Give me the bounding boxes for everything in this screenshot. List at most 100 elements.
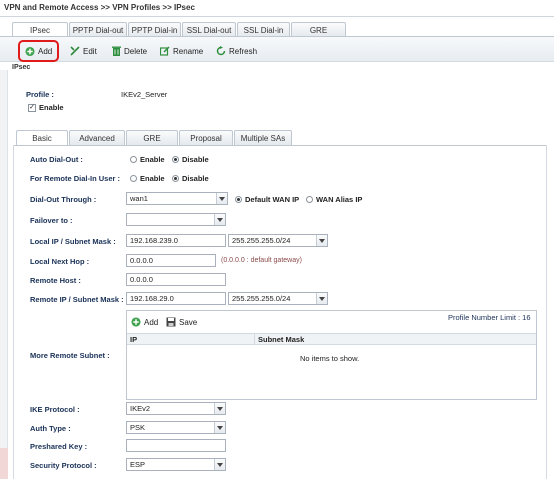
chevron-down-icon[interactable]	[214, 214, 225, 225]
radio-label: Disable	[182, 155, 209, 164]
column-divider	[254, 333, 255, 345]
wan-alias-ip-radio[interactable]: WAN Alias IP	[306, 195, 362, 204]
more-remote-subnet-label: More Remote Subnet :	[30, 351, 110, 360]
chevron-down-icon[interactable]	[214, 403, 225, 414]
remote-ip-input[interactable]: 192.168.29.0	[126, 292, 226, 305]
tab-basic[interactable]: Basic	[16, 130, 68, 145]
tab-ssl-dial-in[interactable]: SSL Dial-in	[237, 22, 290, 37]
select-value: wan1	[130, 194, 148, 203]
side-strip	[0, 70, 8, 479]
edit-button[interactable]: Edit	[70, 42, 97, 60]
remote-host-label: Remote Host :	[30, 276, 81, 285]
enable-label: Enable	[39, 103, 64, 112]
breadcrumb-divider	[0, 16, 554, 17]
select-value: IKEv2	[130, 404, 151, 413]
rename-button[interactable]: Rename	[160, 42, 203, 60]
auto-dial-out-enable-radio[interactable]: Enable	[130, 155, 165, 164]
tab-label: Proposal	[190, 133, 222, 143]
ike-protocol-select[interactable]: IKEv2	[126, 402, 226, 415]
radio-circle[interactable]	[306, 196, 313, 203]
radio-circle[interactable]	[172, 156, 179, 163]
save-label: Save	[179, 317, 198, 327]
tab-label: SSL Dial-in	[243, 25, 284, 35]
subnet-table-header	[127, 333, 536, 345]
refresh-button[interactable]: Refresh	[216, 42, 257, 60]
local-mask-select[interactable]: 255.255.255.0/24	[228, 234, 328, 247]
section-title: IPsec	[12, 64, 31, 71]
enable-checkbox[interactable]: ✓ Enable	[28, 103, 64, 112]
ike-protocol-label: IKE Protocol :	[30, 405, 80, 414]
add-label: Add	[38, 46, 53, 56]
failover-to-select[interactable]	[126, 213, 226, 226]
security-protocol-label: Security Protocol :	[30, 461, 97, 470]
radio-label: Default WAN IP	[245, 195, 300, 204]
add-icon	[131, 317, 141, 327]
input-value: 192.168.239.0	[130, 236, 178, 245]
remote-dial-in-disable-radio[interactable]: Disable	[172, 174, 209, 183]
select-value: 255.255.255.0/24	[232, 294, 291, 303]
chevron-down-icon[interactable]	[216, 193, 227, 204]
add-label: Add	[144, 317, 159, 327]
preshared-key-input[interactable]	[126, 439, 226, 452]
empty-table-message: No items to show.	[300, 354, 360, 363]
tab-advanced[interactable]: Advanced	[69, 130, 125, 145]
profile-value: IKEv2_Server	[121, 90, 168, 99]
tab-ipsec[interactable]: IPsec	[12, 22, 68, 37]
chevron-down-icon[interactable]	[214, 422, 225, 433]
add-button[interactable]: Add	[18, 40, 60, 62]
trash-icon	[111, 46, 121, 56]
tab-multiple-sas[interactable]: Multiple SAs	[234, 130, 292, 145]
local-ip-label: Local IP / Subnet Mask :	[30, 237, 116, 246]
auto-dial-out-label: Auto Dial-Out :	[30, 155, 83, 164]
failover-to-label: Failover to :	[30, 216, 73, 225]
tab-inner-gre[interactable]: GRE	[126, 130, 178, 145]
column-ip: IP	[130, 335, 138, 344]
local-ip-input[interactable]: 192.168.239.0	[126, 234, 226, 247]
input-value: 0.0.0.0	[130, 275, 153, 284]
auth-type-select[interactable]: PSK	[126, 421, 226, 434]
radio-circle[interactable]	[130, 175, 137, 182]
radio-circle[interactable]	[172, 175, 179, 182]
radio-circle[interactable]	[235, 196, 242, 203]
local-next-hop-input[interactable]: 0.0.0.0	[126, 254, 216, 267]
tab-label: PPTP Dial-out	[72, 25, 124, 35]
select-value: PSK	[130, 423, 146, 432]
tab-proposal[interactable]: Proposal	[179, 130, 233, 145]
remote-host-input[interactable]: 0.0.0.0	[126, 273, 226, 286]
refresh-label: Refresh	[229, 46, 258, 56]
chevron-down-icon[interactable]	[316, 293, 327, 304]
save-icon	[166, 317, 176, 327]
tab-label: Advanced	[79, 133, 115, 143]
tab-pptp-dial-out[interactable]: PPTP Dial-out	[69, 22, 127, 37]
refresh-icon	[216, 46, 226, 56]
remote-dial-in-enable-radio[interactable]: Enable	[130, 174, 165, 183]
remote-mask-select[interactable]: 255.255.255.0/24	[228, 292, 328, 305]
profile-number-limit: Profile Number Limit : 16	[448, 313, 531, 322]
remote-dial-in-label: For Remote Dial-In User :	[30, 174, 121, 183]
default-wan-ip-radio[interactable]: Default WAN IP	[235, 195, 299, 204]
preshared-key-label: Preshared Key :	[30, 442, 88, 451]
subnet-save-button[interactable]: Save	[166, 313, 197, 331]
radio-label: Enable	[140, 174, 165, 183]
delete-button[interactable]: Delete	[111, 42, 147, 60]
radio-circle[interactable]	[130, 156, 137, 163]
tab-label: PPTP Dial-in	[131, 25, 178, 35]
tab-label: GRE	[309, 25, 328, 35]
edit-label: Edit	[83, 46, 97, 56]
tab-ssl-dial-out[interactable]: SSL Dial-out	[182, 22, 236, 37]
subnet-add-button[interactable]: Add	[131, 313, 158, 331]
chevron-down-icon[interactable]	[316, 235, 327, 246]
rename-icon	[160, 46, 170, 56]
tab-pptp-dial-in[interactable]: PPTP Dial-in	[128, 22, 181, 37]
checkbox-box[interactable]: ✓	[28, 103, 36, 112]
auto-dial-out-disable-radio[interactable]: Disable	[172, 155, 209, 164]
auth-type-label: Auth Type :	[30, 424, 71, 433]
security-protocol-select[interactable]: ESP	[126, 458, 226, 471]
radio-label: Enable	[140, 155, 165, 164]
delete-label: Delete	[124, 46, 148, 56]
dial-out-through-select[interactable]: wan1	[126, 192, 228, 205]
tab-label: IPsec	[29, 25, 50, 35]
tab-gre[interactable]: GRE	[291, 22, 346, 37]
chevron-down-icon[interactable]	[214, 459, 225, 470]
tab-label: GRE	[143, 133, 161, 143]
